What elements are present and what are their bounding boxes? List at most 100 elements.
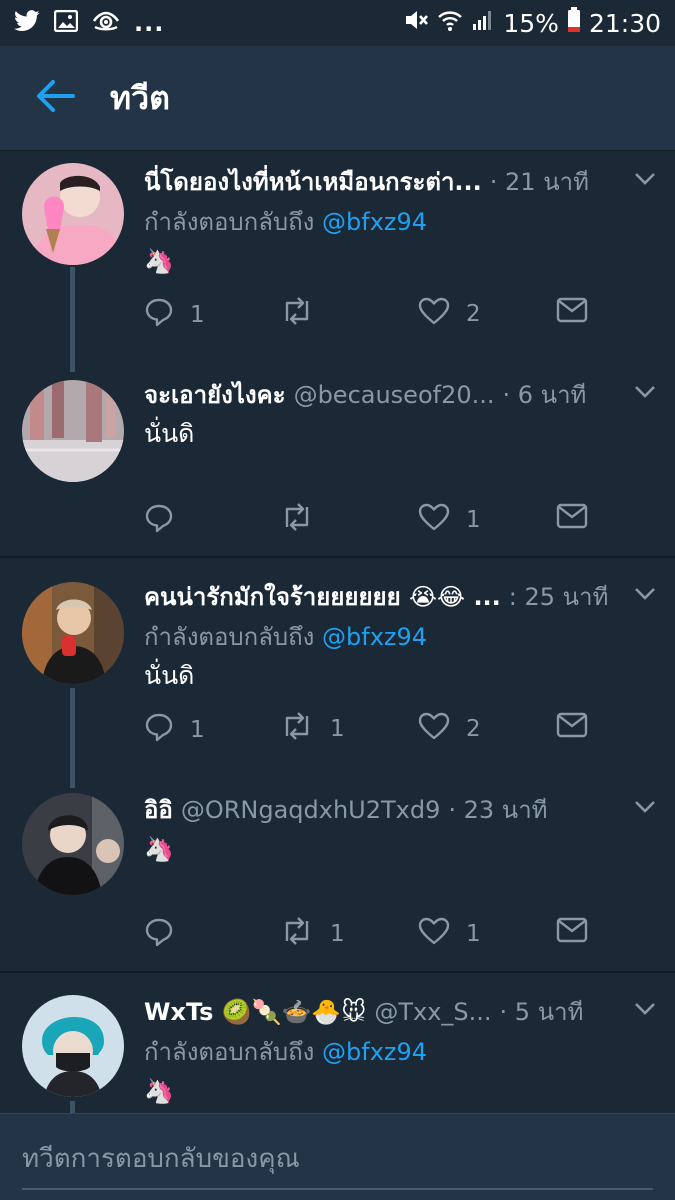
like-count: 2 (466, 716, 481, 742)
reply-prefix: กำลังตอบกลับถึง (144, 208, 323, 236)
reply-button[interactable] (144, 917, 190, 953)
reply-button[interactable] (144, 503, 190, 539)
reply-context: กำลังตอบกลับถึง @bfxz94 (144, 205, 654, 239)
tweet-author-name[interactable]: WxTs 🥝🍡🍲🐣🐭 (144, 995, 366, 1029)
tweet-author-handle[interactable]: @becauseof20... (294, 378, 495, 412)
tweet-actions: 1 2 (144, 297, 644, 337)
message-button[interactable] (556, 712, 588, 744)
twitter-icon (14, 10, 40, 36)
chevron-down-icon[interactable] (634, 1001, 656, 1020)
message-button[interactable] (556, 917, 588, 949)
avatar[interactable] (22, 163, 124, 265)
message-button[interactable] (556, 503, 588, 535)
chevron-down-icon[interactable] (634, 586, 656, 605)
tweet[interactable]: จะเอายังไงคะ @becauseof20... · 6 นาที นั… (0, 356, 675, 556)
like-button[interactable]: 2 (418, 297, 481, 331)
app-bar: ทวีต (0, 46, 675, 151)
reply-count: 1 (190, 717, 205, 743)
tweet-author-name[interactable]: คนน่ารักมักใจร้ายยยยยย 😭😂 ... (144, 580, 501, 614)
tweet[interactable]: WxTs 🥝🍡🍲🐣🐭 @Txx_S... · 5 นาที กำลังตอบกล… (0, 973, 675, 1113)
back-arrow-icon (35, 79, 75, 117)
mention-link[interactable]: @bfxz94 (322, 1038, 427, 1066)
tweet-actions: 1 1 (144, 917, 644, 957)
thread-line (70, 1101, 75, 1113)
clock: 21:30 (588, 8, 661, 38)
reply-context: กำลังตอบกลับถึง @bfxz94 (144, 620, 654, 654)
tweet-author-name[interactable]: นี่โดยองไงที่หน้าเหมือนกระต่า... (144, 165, 482, 199)
reply-context: กำลังตอบกลับถึง @bfxz94 (144, 1035, 654, 1069)
chevron-down-icon[interactable] (634, 799, 656, 818)
back-button[interactable] (0, 46, 110, 151)
retweet-count: 1 (330, 716, 345, 742)
tweet-text: 🦄 (144, 835, 174, 863)
wifi-icon (437, 8, 463, 38)
tweet-text: นั่นดิ (144, 661, 195, 690)
like-icon (418, 917, 450, 951)
tweet-time: · 21 นาที (489, 168, 589, 196)
chevron-down-icon[interactable] (634, 384, 656, 403)
like-count: 1 (466, 507, 481, 533)
battery-icon (567, 7, 581, 39)
reply-button[interactable]: 1 (144, 297, 205, 333)
tweet-text: 🦄 (144, 247, 174, 275)
avatar[interactable] (22, 582, 124, 684)
retweet-icon (280, 503, 314, 537)
like-button[interactable]: 1 (418, 917, 481, 951)
tweet-text: 🦄 (144, 1077, 174, 1105)
message-icon (556, 917, 588, 949)
message-icon (556, 712, 588, 744)
chevron-down-icon[interactable] (634, 171, 656, 190)
mention-link[interactable]: @bfxz94 (322, 623, 427, 651)
reply-prefix: กำลังตอบกลับถึง (144, 623, 323, 651)
tweet-author-name[interactable]: อิอิ (144, 793, 173, 827)
tweet[interactable]: นี่โดยองไงที่หน้าเหมือนกระต่า... · 21 นา… (0, 151, 675, 372)
retweet-button[interactable]: 1 (280, 917, 345, 951)
battery-percent: 15% (503, 8, 559, 38)
message-button[interactable] (556, 297, 588, 329)
like-icon (418, 297, 450, 331)
retweet-button[interactable] (280, 503, 330, 537)
eye-icon (92, 10, 120, 36)
mention-link[interactable]: @bfxz94 (322, 208, 427, 236)
tweet-time: · 5 นาที (499, 998, 584, 1026)
tweet-author-handle[interactable]: @Txx_S... (374, 995, 491, 1029)
retweet-icon (280, 297, 314, 331)
tweet-author-name[interactable]: จะเอายังไงคะ (144, 378, 286, 412)
reply-button[interactable]: 1 (144, 712, 205, 748)
like-button[interactable]: 1 (418, 503, 481, 537)
tweet-text: นั่นดิ (144, 419, 195, 448)
reply-prefix: กำลังตอบกลับถึง (144, 1038, 323, 1066)
avatar[interactable] (22, 995, 124, 1097)
reply-count: 1 (190, 302, 205, 328)
input-underline (22, 1188, 653, 1190)
tweet-time: · 6 นาที (502, 381, 587, 409)
avatar[interactable] (22, 793, 124, 895)
tweet[interactable]: อิอิ @ORNgaqdxhU2Txd9 · 23 นาที 🦄 1 1 (0, 773, 675, 971)
reply-icon (144, 917, 174, 953)
avatar[interactable] (22, 380, 124, 482)
tweet-thread[interactable]: นี่โดยองไงที่หน้าเหมือนกระต่า... · 21 นา… (0, 151, 675, 1113)
reply-input[interactable]: ทวีตการตอบกลับของคุณ (22, 1138, 300, 1179)
tweet-author-handle[interactable]: @ORNgaqdxhU2Txd9 (181, 793, 441, 827)
tweet-time: · 23 นาที (448, 796, 548, 824)
reply-icon (144, 712, 174, 748)
retweet-button[interactable] (280, 297, 330, 331)
like-icon (418, 712, 450, 746)
like-count: 2 (466, 301, 481, 327)
like-icon (418, 503, 450, 537)
gallery-icon (53, 9, 79, 36)
tweet-time: : 25 นาที (508, 583, 609, 611)
signal-icon (471, 8, 495, 38)
retweet-button[interactable]: 1 (280, 712, 345, 746)
page-title: ทวีต (110, 78, 170, 117)
tweet-actions: 1 1 2 (144, 712, 644, 752)
like-button[interactable]: 2 (418, 712, 481, 746)
message-icon (556, 503, 588, 535)
mute-icon (403, 8, 429, 38)
more-notifications: ... (134, 9, 165, 37)
tweet-actions: 1 (144, 503, 644, 543)
retweet-count: 1 (330, 921, 345, 947)
retweet-icon (280, 712, 314, 746)
reply-icon (144, 503, 174, 539)
reply-composer[interactable]: ทวีตการตอบกลับของคุณ (0, 1113, 675, 1200)
